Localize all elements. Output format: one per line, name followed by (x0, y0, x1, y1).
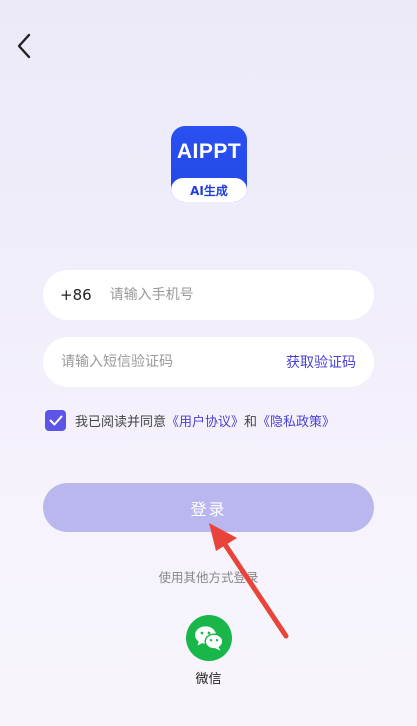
other-login-label: 使用其他方式登录 (158, 570, 259, 585)
back-button[interactable] (10, 30, 38, 62)
get-code-button[interactable]: 获取验证码 (286, 337, 356, 387)
agreement-text: 我已阅读并同意 (75, 414, 167, 430)
app-logo: AIPPT AI生成 (171, 126, 247, 202)
wechat-icon (195, 626, 224, 651)
user-agreement-link[interactable]: 《用户协议》 (166, 411, 244, 430)
logo-title: AIPPT (176, 140, 242, 163)
wechat-label: 微信 (195, 672, 222, 687)
verification-code-input[interactable] (61, 354, 261, 370)
phone-field: +86 (43, 270, 374, 320)
wechat-login-button[interactable] (186, 615, 232, 661)
phone-input[interactable] (109, 287, 350, 303)
logo-subtitle: AI生成 (171, 178, 247, 202)
agreement-and: 和 (244, 414, 258, 430)
checkmark-icon (49, 415, 62, 425)
privacy-policy-link[interactable]: 《隐私政策》 (257, 411, 335, 430)
agreement-checkbox[interactable] (45, 409, 66, 431)
chevron-left-icon (17, 33, 31, 59)
agreement-row: 我已阅读并同意 《用户协议》 和 《隐私政策》 (45, 409, 335, 431)
login-button[interactable]: 登录 (43, 483, 374, 532)
country-code-selector[interactable]: +86 (60, 286, 92, 304)
code-field: 获取验证码 (43, 337, 374, 387)
